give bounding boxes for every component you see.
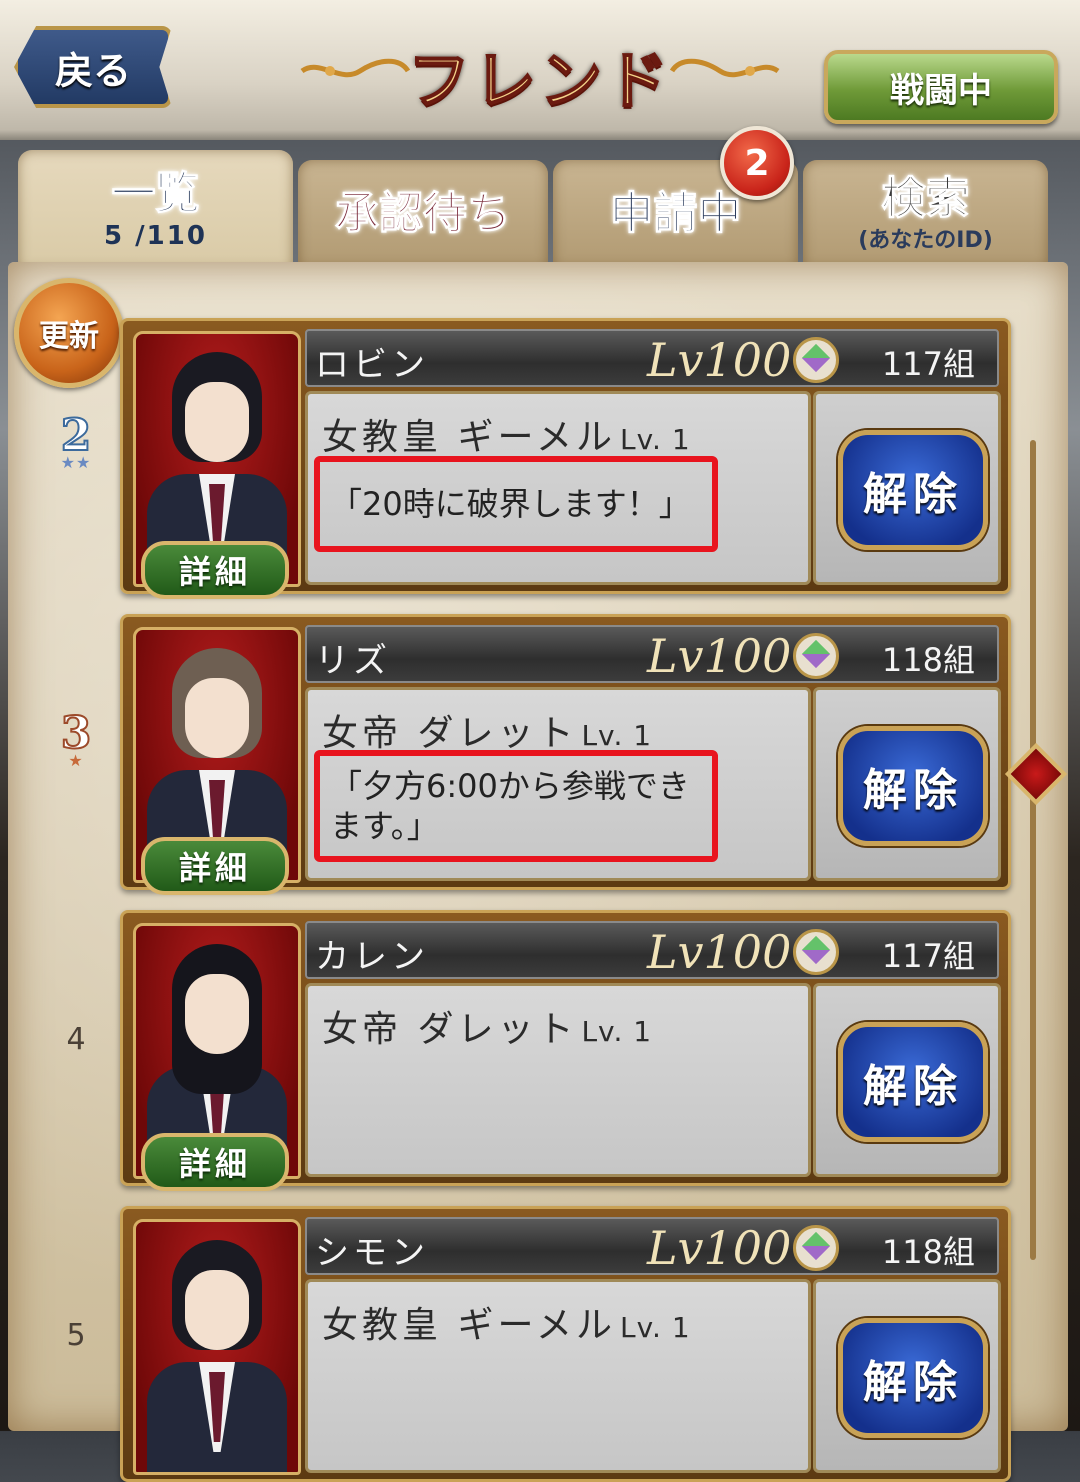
avatar [133, 1219, 301, 1475]
name-bar: シモン Lv100 118組 [305, 1217, 999, 1275]
comment-highlight: 「夕方6:00から参戦できます。」 [314, 750, 718, 862]
rank-label-4: 5 [66, 1318, 86, 1353]
rank-badge-2: 3 ★ [34, 707, 118, 770]
release-label: 解除 [863, 1061, 963, 1112]
friend-name: リズ [315, 641, 391, 681]
job-level: Lv. 1 [620, 1311, 691, 1344]
friend-name: シモン [315, 1233, 429, 1273]
friend-info: 女教皇 ギーメル Lv. 1 [305, 1279, 811, 1473]
rank-label-3: 4 [66, 1022, 86, 1057]
friend-card: 詳細 ロビン Lv100 117組 女教皇 ギーメル Lv. 1 「20時に破界し… [120, 318, 1011, 599]
friend-comment: 「20時に破界します！」 [330, 485, 691, 523]
comment-highlight: 「20時に破界します！」 [314, 456, 718, 552]
refresh-label: 更新 [39, 319, 99, 354]
ornament-left-icon [300, 58, 410, 78]
job-name: 女教皇 ギーメル [322, 1305, 617, 1346]
job-name: 女教皇 ギーメル [322, 417, 617, 458]
scrollbar-track[interactable] [1030, 440, 1036, 1260]
friend-card: 詳細 リズ Lv100 118組 女帝 ダレット Lv. 1 「夕方6:00から参… [120, 614, 1011, 895]
friend-party: 118組 [881, 641, 975, 679]
friend-comment: 「夕方6:00から参戦できます。」 [330, 767, 690, 845]
release-label: 解除 [863, 765, 963, 816]
tab-requested-label: 申請中 [609, 188, 742, 239]
job-name: 女帝 ダレット [322, 713, 578, 754]
friend-info: 女帝 ダレット Lv. 1 「夕方6:00から参戦できます。」 [305, 687, 811, 881]
element-gem-icon [793, 633, 839, 679]
detail-label: 詳細 [178, 849, 251, 887]
job-line: 女帝 ダレット Lv. 1 [322, 704, 652, 756]
rank-stars-icon: ★ [68, 751, 84, 770]
tab-list-label: 一覧 [111, 168, 200, 219]
title-banner: フレンド [300, 30, 780, 120]
tab-bar: 一覧 5 /110 承認待ち 申請中 2 検索 (あなたのID) [18, 126, 1048, 270]
element-gem-icon [793, 337, 839, 383]
release-panel: 解除 [813, 391, 1001, 585]
job-line: 女教皇 ギーメル Lv. 1 [322, 408, 691, 460]
detail-button[interactable]: 詳細 [141, 541, 289, 599]
friend-party: 117組 [881, 345, 975, 383]
friend-card: 詳細 カレン Lv100 117組 女帝 ダレット Lv. 1 解除 [120, 910, 1011, 1191]
friend-info: 女教皇 ギーメル Lv. 1 「20時に破界します！」 [305, 391, 811, 585]
refresh-button[interactable]: 更新 [14, 278, 124, 388]
tab-search-label: 検索 [881, 173, 970, 224]
element-gem-icon [793, 929, 839, 975]
name-bar: ロビン Lv100 117組 [305, 329, 999, 387]
battle-status-button[interactable]: 戦闘中 [824, 50, 1058, 124]
friend-party: 117組 [881, 937, 975, 975]
release-button[interactable]: 解除 [838, 1022, 988, 1142]
friend-level: Lv100 [647, 1221, 792, 1275]
rank-stars-icon: ★★ [60, 453, 92, 472]
release-label: 解除 [863, 1357, 963, 1408]
back-button-label: 戻る [54, 47, 131, 93]
job-level: Lv. 1 [581, 1015, 653, 1048]
friend-count: 5 /110 [104, 221, 207, 251]
detail-button[interactable]: 詳細 [141, 837, 289, 895]
release-button[interactable]: 解除 [838, 726, 988, 846]
name-bar: カレン Lv100 117組 [305, 921, 999, 979]
friend-name: カレン [315, 937, 429, 977]
tab-search-sub: (あなたのID) [858, 228, 993, 253]
requested-count: 2 [744, 142, 770, 184]
friend-party: 118組 [881, 1233, 975, 1271]
release-panel: 解除 [813, 983, 1001, 1177]
battle-status-label: 戦闘中 [890, 70, 992, 111]
job-line: 女教皇 ギーメル Lv. 1 [322, 1296, 691, 1348]
job-level: Lv. 1 [620, 423, 691, 456]
friend-name: ロビン [315, 345, 429, 385]
name-bar: リズ Lv100 118組 [305, 625, 999, 683]
page-title: フレンド [407, 43, 672, 118]
detail-label: 詳細 [178, 1145, 251, 1183]
friend-level: Lv100 [647, 629, 792, 683]
tab-pending-label: 承認待ち [335, 188, 512, 239]
element-gem-icon [793, 1225, 839, 1271]
tab-pending[interactable]: 承認待ち [298, 160, 548, 268]
friend-card: シモン Lv100 118組 女教皇 ギーメル Lv. 1 解除 [120, 1206, 1011, 1482]
detail-label: 詳細 [178, 553, 251, 591]
requested-count-badge: 2 [720, 126, 794, 200]
release-panel: 解除 [813, 1279, 1001, 1473]
friend-level: Lv100 [647, 925, 792, 979]
ornament-right-icon [670, 58, 780, 78]
release-label: 解除 [863, 469, 963, 520]
release-panel: 解除 [813, 687, 1001, 881]
release-button[interactable]: 解除 [838, 430, 988, 550]
tab-search[interactable]: 検索 (あなたのID) [803, 160, 1048, 268]
job-name: 女帝 ダレット [322, 1009, 578, 1050]
back-button[interactable]: 戻る [14, 26, 172, 108]
job-level: Lv. 1 [581, 719, 653, 752]
release-button[interactable]: 解除 [838, 1318, 988, 1438]
rank-badge-1: 2 ★★ [34, 409, 118, 472]
job-line: 女帝 ダレット Lv. 1 [322, 1000, 652, 1052]
friend-level: Lv100 [647, 333, 792, 387]
tab-list[interactable]: 一覧 5 /110 [18, 150, 293, 270]
friend-info: 女帝 ダレット Lv. 1 [305, 983, 811, 1177]
detail-button[interactable]: 詳細 [141, 1133, 289, 1191]
